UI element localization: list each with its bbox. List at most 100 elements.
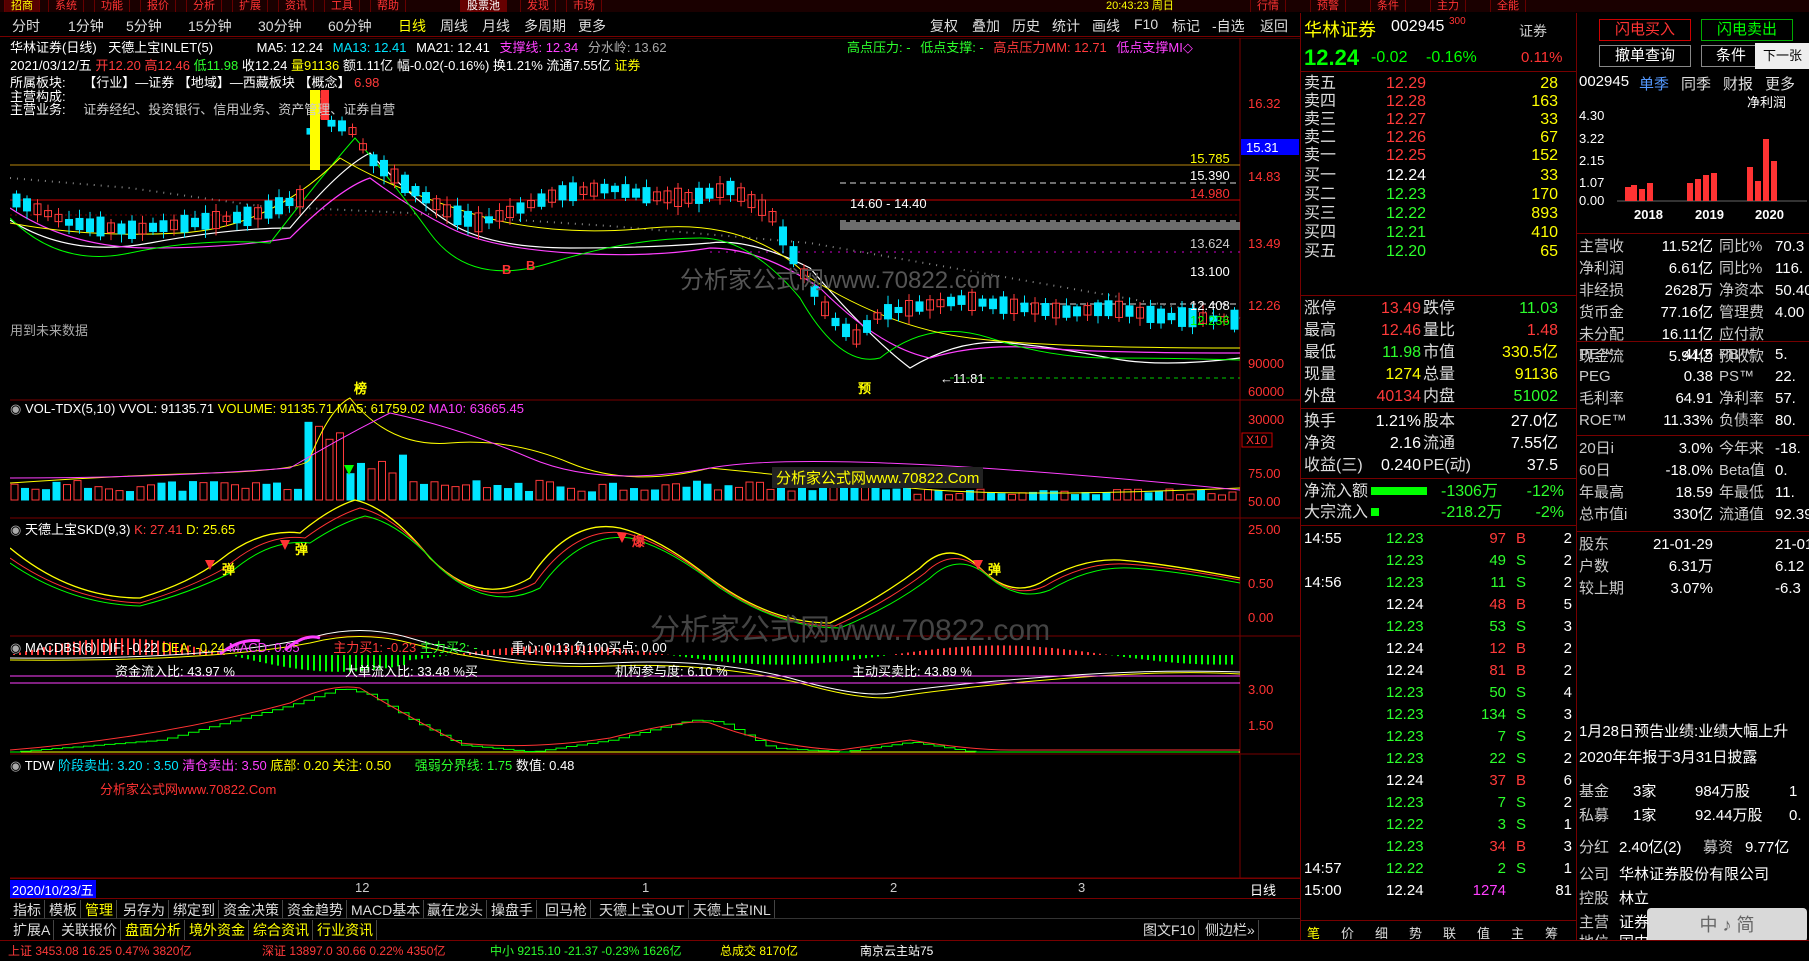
- tdw-watch: 关注: 0.50: [332, 758, 392, 773]
- next-button[interactable]: 下一张: [1755, 43, 1809, 69]
- tab-weekly[interactable]: 周线: [440, 16, 468, 36]
- ime-toolbar[interactable]: 中 ♪ 简: [1647, 908, 1807, 942]
- tab-macd-basic[interactable]: MACD基本: [348, 900, 425, 920]
- volume-bar: [913, 493, 922, 501]
- menu-market[interactable]: 市场: [566, 0, 602, 12]
- tab-sidebar[interactable]: 侧边栏»: [1202, 920, 1259, 940]
- flash-buy-button[interactable]: 闪电买入: [1599, 19, 1691, 41]
- macd-macd: MACD: 0.05: [228, 640, 300, 655]
- index-sz[interactable]: 深证 13897.0 30.66 0.22% 4350亿: [262, 942, 445, 959]
- tab-5min[interactable]: 5分钟: [126, 16, 162, 36]
- menu-extend[interactable]: 扩展: [232, 0, 268, 12]
- menu-stock-pool[interactable]: 股票池: [460, 0, 507, 12]
- f-tab-more[interactable]: 更多: [1765, 73, 1795, 94]
- tab-template[interactable]: 模板: [46, 900, 81, 920]
- tab-monthly[interactable]: 月线: [482, 16, 510, 36]
- bid-row[interactable]: 买五 12.20 65: [1301, 241, 1576, 262]
- net-profit-bar: [1711, 173, 1717, 201]
- btn-back[interactable]: 返回: [1260, 16, 1288, 36]
- tab-f10-text[interactable]: 图文F10: [1140, 920, 1200, 940]
- news-1[interactable]: 1月28日预告业绩:业绩大幅上升: [1579, 720, 1788, 741]
- volume-bar: [409, 481, 418, 501]
- index-sh[interactable]: 上证 3453.08 16.25 0.47% 3820亿: [8, 942, 191, 959]
- menu-function[interactable]: 功能: [94, 0, 130, 12]
- volume-bar: [105, 488, 113, 501]
- bid-row[interactable]: 买一 12.24 33: [1301, 165, 1576, 186]
- tab-30min[interactable]: 30分钟: [258, 16, 302, 36]
- menu-right-main[interactable]: 主力: [1430, 0, 1466, 12]
- btn-draw[interactable]: 画线: [1092, 16, 1120, 36]
- tab-15min[interactable]: 15分钟: [188, 16, 232, 36]
- ask-row[interactable]: 卖一 12.25 152: [1301, 145, 1576, 166]
- btn-history[interactable]: 历史: [1012, 16, 1040, 36]
- bid-row[interactable]: 买三 12.22 893: [1301, 203, 1576, 224]
- bid-row[interactable]: 买二 12.23 170: [1301, 184, 1576, 205]
- tab-leader[interactable]: 赢在龙头: [424, 900, 487, 920]
- tdw-bottom: 底部: 0.20: [270, 758, 329, 773]
- tab-huimaqiang[interactable]: 回马枪: [542, 900, 591, 920]
- tab-tdsb-inl[interactable]: 天德上宝INL: [690, 900, 775, 920]
- tick-count: 2: [1563, 750, 1572, 767]
- f-tab-sameq[interactable]: 同季: [1681, 73, 1711, 94]
- btn-self-select[interactable]: -自选: [1212, 16, 1245, 36]
- tab-ext-a[interactable]: 扩展A: [10, 920, 55, 940]
- cancel-query-button[interactable]: 撤单查询: [1599, 45, 1691, 67]
- tab-multi[interactable]: 多周期: [524, 16, 566, 36]
- tab-60min[interactable]: 60分钟: [328, 16, 372, 36]
- menu-right-all[interactable]: 全能: [1490, 0, 1526, 12]
- menu-news[interactable]: 资讯: [278, 0, 314, 12]
- tab-save-as[interactable]: 另存为: [120, 900, 169, 920]
- tick-row: 12.23 134 S 3: [1301, 704, 1576, 725]
- flow-row: 净流入额 -1306万 -12%: [1301, 481, 1576, 502]
- menu-tools[interactable]: 工具: [324, 0, 360, 12]
- tab-1min[interactable]: 1分钟: [68, 16, 104, 36]
- tick-side: B: [1516, 640, 1527, 657]
- tab-manage[interactable]: 管理: [82, 900, 117, 920]
- tab-industry-news[interactable]: 行业资讯: [314, 920, 377, 940]
- tab-fund-trend[interactable]: 资金趋势: [284, 900, 347, 920]
- menu-quote[interactable]: 报价: [140, 0, 176, 12]
- tab-bind[interactable]: 绑定到: [170, 900, 219, 920]
- holder-row: 基金 3家 984万股 1: [1577, 780, 1809, 804]
- chart-canvas[interactable]: 16.32 14.83 13.49 12.26 90000 60000 3000…: [10, 38, 1300, 878]
- volume-bar: [661, 484, 670, 501]
- btn-fuquan[interactable]: 复权: [930, 16, 958, 36]
- tab-trader[interactable]: 操盘手: [488, 900, 537, 920]
- bid-row[interactable]: 买四 12.21 410: [1301, 222, 1576, 243]
- menu-help[interactable]: 帮助: [370, 0, 406, 12]
- axis-vol-2: 30000: [1248, 412, 1284, 427]
- btn-overlay[interactable]: 叠加: [972, 16, 1000, 36]
- f-tab-report[interactable]: 财报: [1723, 73, 1753, 94]
- news-2[interactable]: 2020年年报于3月31日披露: [1579, 746, 1757, 767]
- btn-f10[interactable]: F10: [1134, 16, 1158, 32]
- tab-more[interactable]: 更多: [578, 16, 606, 36]
- menu-analysis[interactable]: 分析: [186, 0, 222, 12]
- tab-tdsb-out[interactable]: 天德上宝OUT: [596, 900, 689, 920]
- stat-value: 12.46: [1380, 322, 1421, 339]
- fund-label-2: 今年来: [1719, 440, 1765, 457]
- menu-right-cond[interactable]: 条件: [1370, 0, 1406, 12]
- tab-market-analysis[interactable]: 盘面分析: [122, 920, 185, 940]
- tab-general-news[interactable]: 综合资讯: [250, 920, 313, 940]
- btn-stats[interactable]: 统计: [1052, 16, 1080, 36]
- tab-fund-decision[interactable]: 资金决策: [220, 900, 283, 920]
- tab-foreign-fund[interactable]: 境外资金: [186, 920, 249, 940]
- index-zx[interactable]: 中小 9215.10 -21.37 -0.23% 1626亿: [490, 942, 681, 959]
- btn-mark[interactable]: 标记: [1172, 16, 1200, 36]
- tab-daily[interactable]: 日线: [398, 16, 426, 36]
- holder-count: 1家: [1633, 807, 1657, 824]
- tab-indicator[interactable]: 指标: [10, 900, 45, 920]
- volume-bar: [1197, 489, 1205, 501]
- stat-value: 1274: [1385, 366, 1421, 383]
- menu-discover[interactable]: 发现: [520, 0, 556, 12]
- menu-system[interactable]: 系统: [48, 0, 84, 12]
- tick-row: 15:00 12.24 1274 81: [1301, 880, 1576, 901]
- menu-right-quote[interactable]: 行情: [1250, 0, 1286, 12]
- company-label: 公司: [1579, 866, 1610, 883]
- tab-related-quote[interactable]: 关联报价: [58, 920, 121, 940]
- f-tab-quarter[interactable]: 单季: [1639, 73, 1669, 94]
- condition-button[interactable]: 条件: [1701, 45, 1761, 67]
- tab-fenshi[interactable]: 分时: [12, 16, 40, 36]
- menu-right-alert[interactable]: 预警: [1310, 0, 1346, 12]
- flash-sell-button[interactable]: 闪电卖出: [1701, 19, 1793, 41]
